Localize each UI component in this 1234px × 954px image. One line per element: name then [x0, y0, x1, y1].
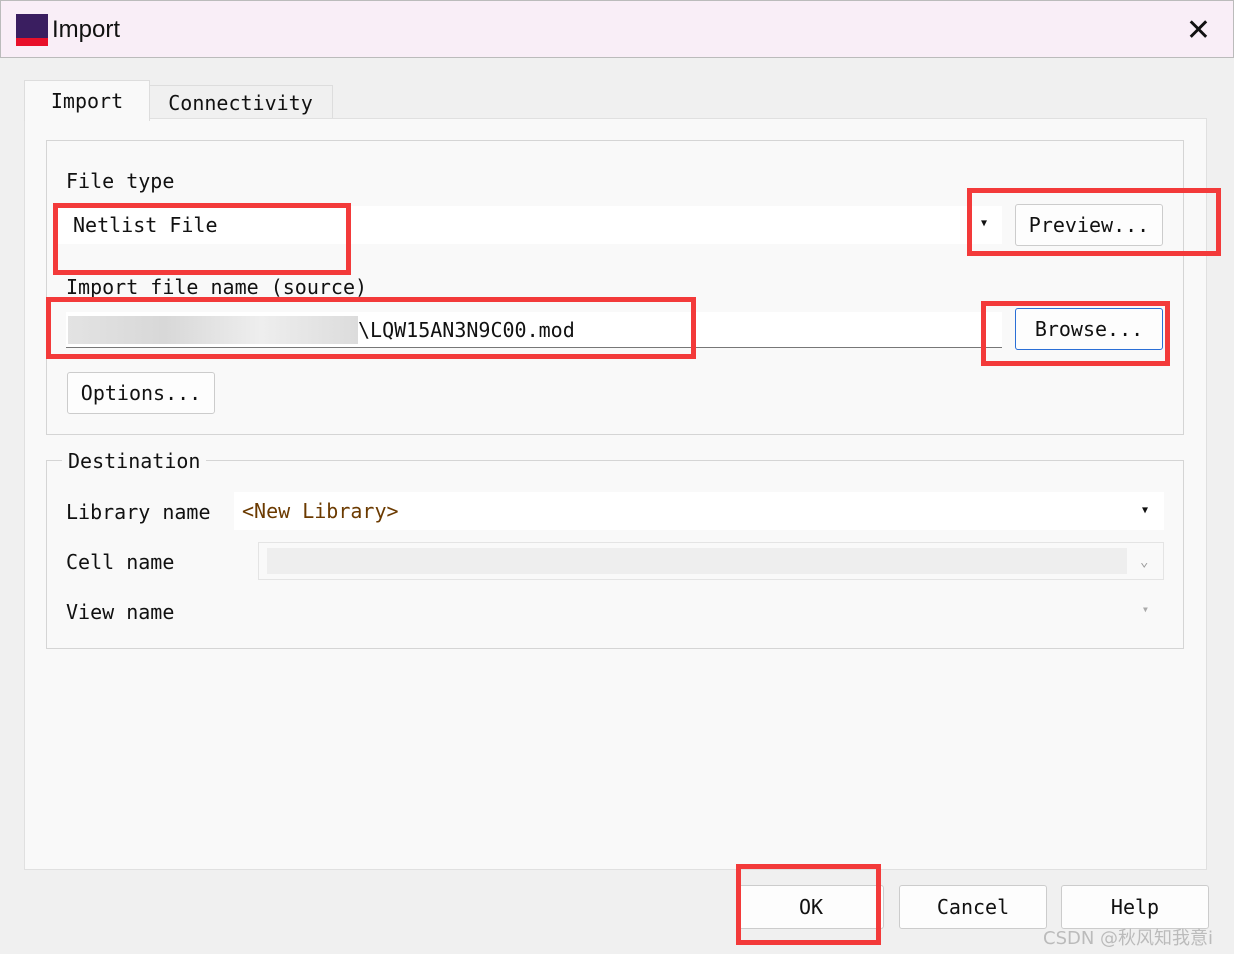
library-name-label: Library name	[66, 500, 211, 524]
app-icon	[16, 14, 48, 46]
dropdown-arrow-icon[interactable]: ▼	[1142, 505, 1148, 516]
cell-name-value	[267, 548, 1127, 574]
library-name-value: <New Library>	[242, 499, 399, 523]
close-icon[interactable]: ✕	[1186, 13, 1211, 48]
cell-name-label: Cell name	[66, 550, 175, 574]
import-file-label: Import file name (source)	[66, 275, 368, 299]
options-button[interactable]: Options...	[67, 372, 215, 414]
chevron-down-icon[interactable]: ⌄	[1140, 554, 1148, 570]
highlight-box	[736, 864, 881, 945]
tab-import[interactable]: Import	[24, 80, 150, 121]
help-button[interactable]: Help	[1061, 885, 1209, 929]
view-name-label: View name	[66, 600, 175, 624]
highlight-box	[967, 188, 1221, 256]
dropdown-arrow-icon[interactable]: ▼	[1143, 605, 1148, 614]
window-title: Import	[52, 16, 121, 43]
cell-name-combo[interactable]	[258, 542, 1164, 580]
highlight-box	[46, 297, 696, 359]
title-bar: Import ✕	[0, 0, 1234, 58]
cancel-button[interactable]: Cancel	[899, 885, 1047, 929]
highlight-box	[53, 203, 351, 275]
view-name-select[interactable]	[234, 592, 1164, 630]
destination-legend: Destination	[62, 449, 207, 473]
library-name-select[interactable]: <New Library>	[234, 492, 1164, 530]
watermark: CSDN @秋风知我意i	[1043, 928, 1214, 949]
highlight-box	[981, 301, 1170, 366]
file-type-label: File type	[66, 169, 175, 193]
tab-connectivity[interactable]: Connectivity	[148, 85, 333, 119]
